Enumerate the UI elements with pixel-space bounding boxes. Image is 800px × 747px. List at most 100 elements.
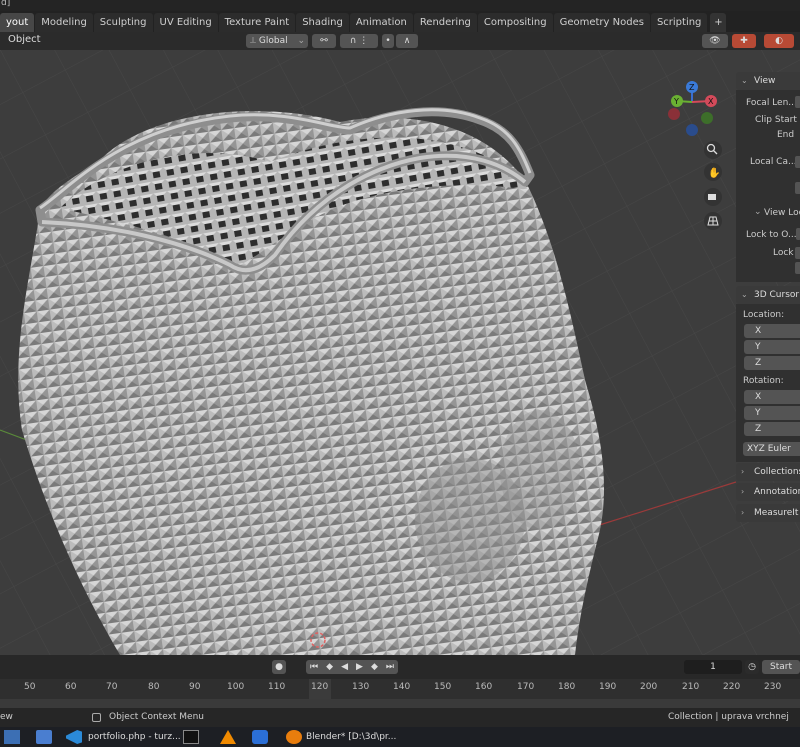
ruler-tick: 210 (682, 682, 700, 692)
preview-range-toggle[interactable]: ◷ (745, 660, 759, 674)
tab-rendering[interactable]: Rendering (413, 13, 477, 32)
gizmo-neg-z-icon[interactable] (686, 124, 698, 136)
ruler-tick: 70 (106, 682, 118, 692)
jump-start-icon[interactable]: ⏮ (310, 660, 318, 674)
prev-keyframe-icon[interactable]: ◆ (326, 660, 333, 674)
blender-icon[interactable] (286, 730, 302, 744)
magnet-icon: ∩ ⋮ (349, 36, 369, 46)
next-keyframe-icon[interactable]: ◆ (371, 660, 378, 674)
visibility-dropdown[interactable]: 👁 (702, 34, 728, 48)
falloff-dropdown[interactable]: ∧ (396, 34, 418, 48)
timeline-area[interactable] (0, 699, 800, 708)
tab-animation[interactable]: Animation (349, 13, 413, 32)
collections-section-header[interactable]: › Collections (736, 463, 800, 481)
gizmo-neg-x-icon[interactable] (668, 108, 680, 120)
overlay-toggle[interactable]: ◐ (764, 34, 794, 48)
ruler-tick: 130 (352, 682, 370, 692)
tab-layout[interactable]: yout (0, 13, 35, 32)
rotation-label: Rotation: (743, 376, 784, 386)
ruler-tick: 150 (434, 682, 452, 692)
blender-task-label[interactable]: Blender* [D:\3d\pr... (306, 727, 396, 747)
file-explorer-icon[interactable] (4, 730, 20, 744)
rotation-y-field[interactable]: Y (744, 406, 800, 420)
vscode-task-label[interactable]: portfolio.php - turz... (88, 727, 181, 747)
location-z-field[interactable]: Z (744, 356, 800, 370)
ruler-tick: 100 (227, 682, 245, 692)
snap-dropdown[interactable]: ∩ ⋮ (340, 34, 378, 48)
vscode-icon[interactable] (66, 730, 82, 744)
location-y-field[interactable]: Y (744, 340, 800, 354)
playback-controls: ⏮ ◆ ◀ ▶ ◆ ⏭ (306, 660, 398, 674)
3d-cursor-section-title: 3D Cursor (754, 290, 800, 300)
annotations-section-header[interactable]: › Annotations (736, 483, 800, 501)
sidebar-n-panel: ⌄ View Focal Len... Clip Start End Local… (736, 72, 800, 524)
object-context-menu-hint: Object Context Menu (109, 712, 205, 722)
gizmo-neg-y-icon[interactable] (701, 112, 713, 124)
pivot-point-dropdown[interactable]: ⚯ (312, 34, 336, 48)
gizmo-x-label: X (708, 97, 714, 106)
measureit-section-header[interactable]: › MeasureIt T (736, 504, 800, 522)
ruler-tick: 170 (517, 682, 535, 692)
rotation-z-field[interactable]: Z (744, 422, 800, 436)
ruler-tick: 160 (475, 682, 493, 692)
zoom-icon[interactable] (704, 141, 722, 159)
current-frame-field[interactable]: 1 (684, 660, 742, 674)
gizmo-toggle[interactable]: ✚ (732, 34, 756, 48)
transform-orientation-dropdown[interactable]: ⟂ Global ⌄ (246, 34, 308, 48)
play-reverse-icon[interactable]: ◀ (341, 660, 348, 674)
rotation-mode-dropdown[interactable]: XYZ Euler (743, 442, 800, 456)
overlay-icon: ◐ (775, 36, 783, 46)
view-lock-header[interactable]: View Lock (764, 208, 800, 218)
tab-scripting[interactable]: Scripting (650, 13, 708, 32)
rotation-x-field[interactable]: X (744, 390, 800, 404)
view-section-title: View (754, 76, 776, 86)
clock-icon: ◷ (748, 662, 756, 672)
focal-length-field[interactable] (795, 96, 800, 108)
lock-camera-checkbox[interactable] (795, 262, 800, 274)
tab-modeling[interactable]: Modeling (35, 13, 93, 32)
tab-geometry-nodes[interactable]: Geometry Nodes (553, 13, 650, 32)
tab-shading[interactable]: Shading (296, 13, 349, 32)
lock-to-object-field[interactable] (796, 228, 800, 240)
timeline-header: ● ⏮ ◆ ◀ ▶ ◆ ⏭ 1 ◷ Start (0, 655, 800, 679)
proportional-edit-toggle[interactable]: • (382, 34, 394, 48)
brow-shading (500, 410, 580, 530)
vlc-icon[interactable] (220, 730, 236, 744)
start-frame-field[interactable]: Start (762, 660, 800, 674)
3d-viewport[interactable]: Z Y X ✋ (0, 50, 800, 655)
clip-start-label: Clip Start (755, 115, 797, 125)
lock-to-3d-cursor-checkbox[interactable] (795, 247, 800, 259)
local-camera-checkbox[interactable] (795, 156, 800, 168)
terminal-icon[interactable] (183, 730, 199, 744)
3d-cursor-section-header[interactable]: ⌄ 3D Cursor (736, 286, 800, 304)
tab-compositing[interactable]: Compositing (477, 13, 553, 32)
timeline-ruler[interactable]: 50 60 70 80 90 100 110 120 130 140 150 1… (0, 679, 800, 699)
gizmo-z-label: Z (689, 83, 695, 92)
ruler-tick: 230 (764, 682, 782, 692)
chevron-down-icon: ⌄ (741, 76, 748, 85)
view-section-header[interactable]: ⌄ View (736, 72, 800, 90)
add-workspace-button[interactable]: + (710, 13, 727, 32)
play-icon[interactable]: ▶ (356, 660, 363, 674)
app-c-icon[interactable] (252, 730, 268, 744)
tab-texture-paint[interactable]: Texture Paint (218, 13, 296, 32)
record-button[interactable]: ● (272, 660, 286, 674)
viewport-header: Object ⟂ Global ⌄ ⚯ ∩ ⋮ • ∧ 👁 ✚ ◐ (0, 32, 800, 50)
ruler-tick: 60 (65, 682, 77, 692)
ruler-tick: 200 (640, 682, 658, 692)
windows-taskbar: portfolio.php - turz... Blender* [D:\3d\… (0, 727, 800, 747)
chevron-down-icon: ⌄ (754, 207, 762, 217)
viewport-scene: Z Y X ✋ (0, 50, 800, 655)
status-bar: ew Object Context Menu Collection | upra… (0, 708, 800, 741)
focal-length-label: Focal Len... (746, 98, 797, 108)
jump-end-icon[interactable]: ⏭ (386, 660, 394, 674)
tab-uv-editing[interactable]: UV Editing (153, 13, 218, 32)
object-menu[interactable]: Object (8, 34, 41, 45)
render-region-checkbox[interactable] (795, 182, 800, 194)
local-camera-label: Local Ca... (750, 157, 797, 167)
tab-sculpting[interactable]: Sculpting (93, 13, 153, 32)
svg-text:✋: ✋ (708, 166, 720, 179)
save-disk-icon[interactable] (36, 730, 52, 744)
3d-cursor-section-body: Location: X Y Z Rotation: X Y Z XYZ Eule… (736, 304, 800, 462)
location-x-field[interactable]: X (744, 324, 800, 338)
